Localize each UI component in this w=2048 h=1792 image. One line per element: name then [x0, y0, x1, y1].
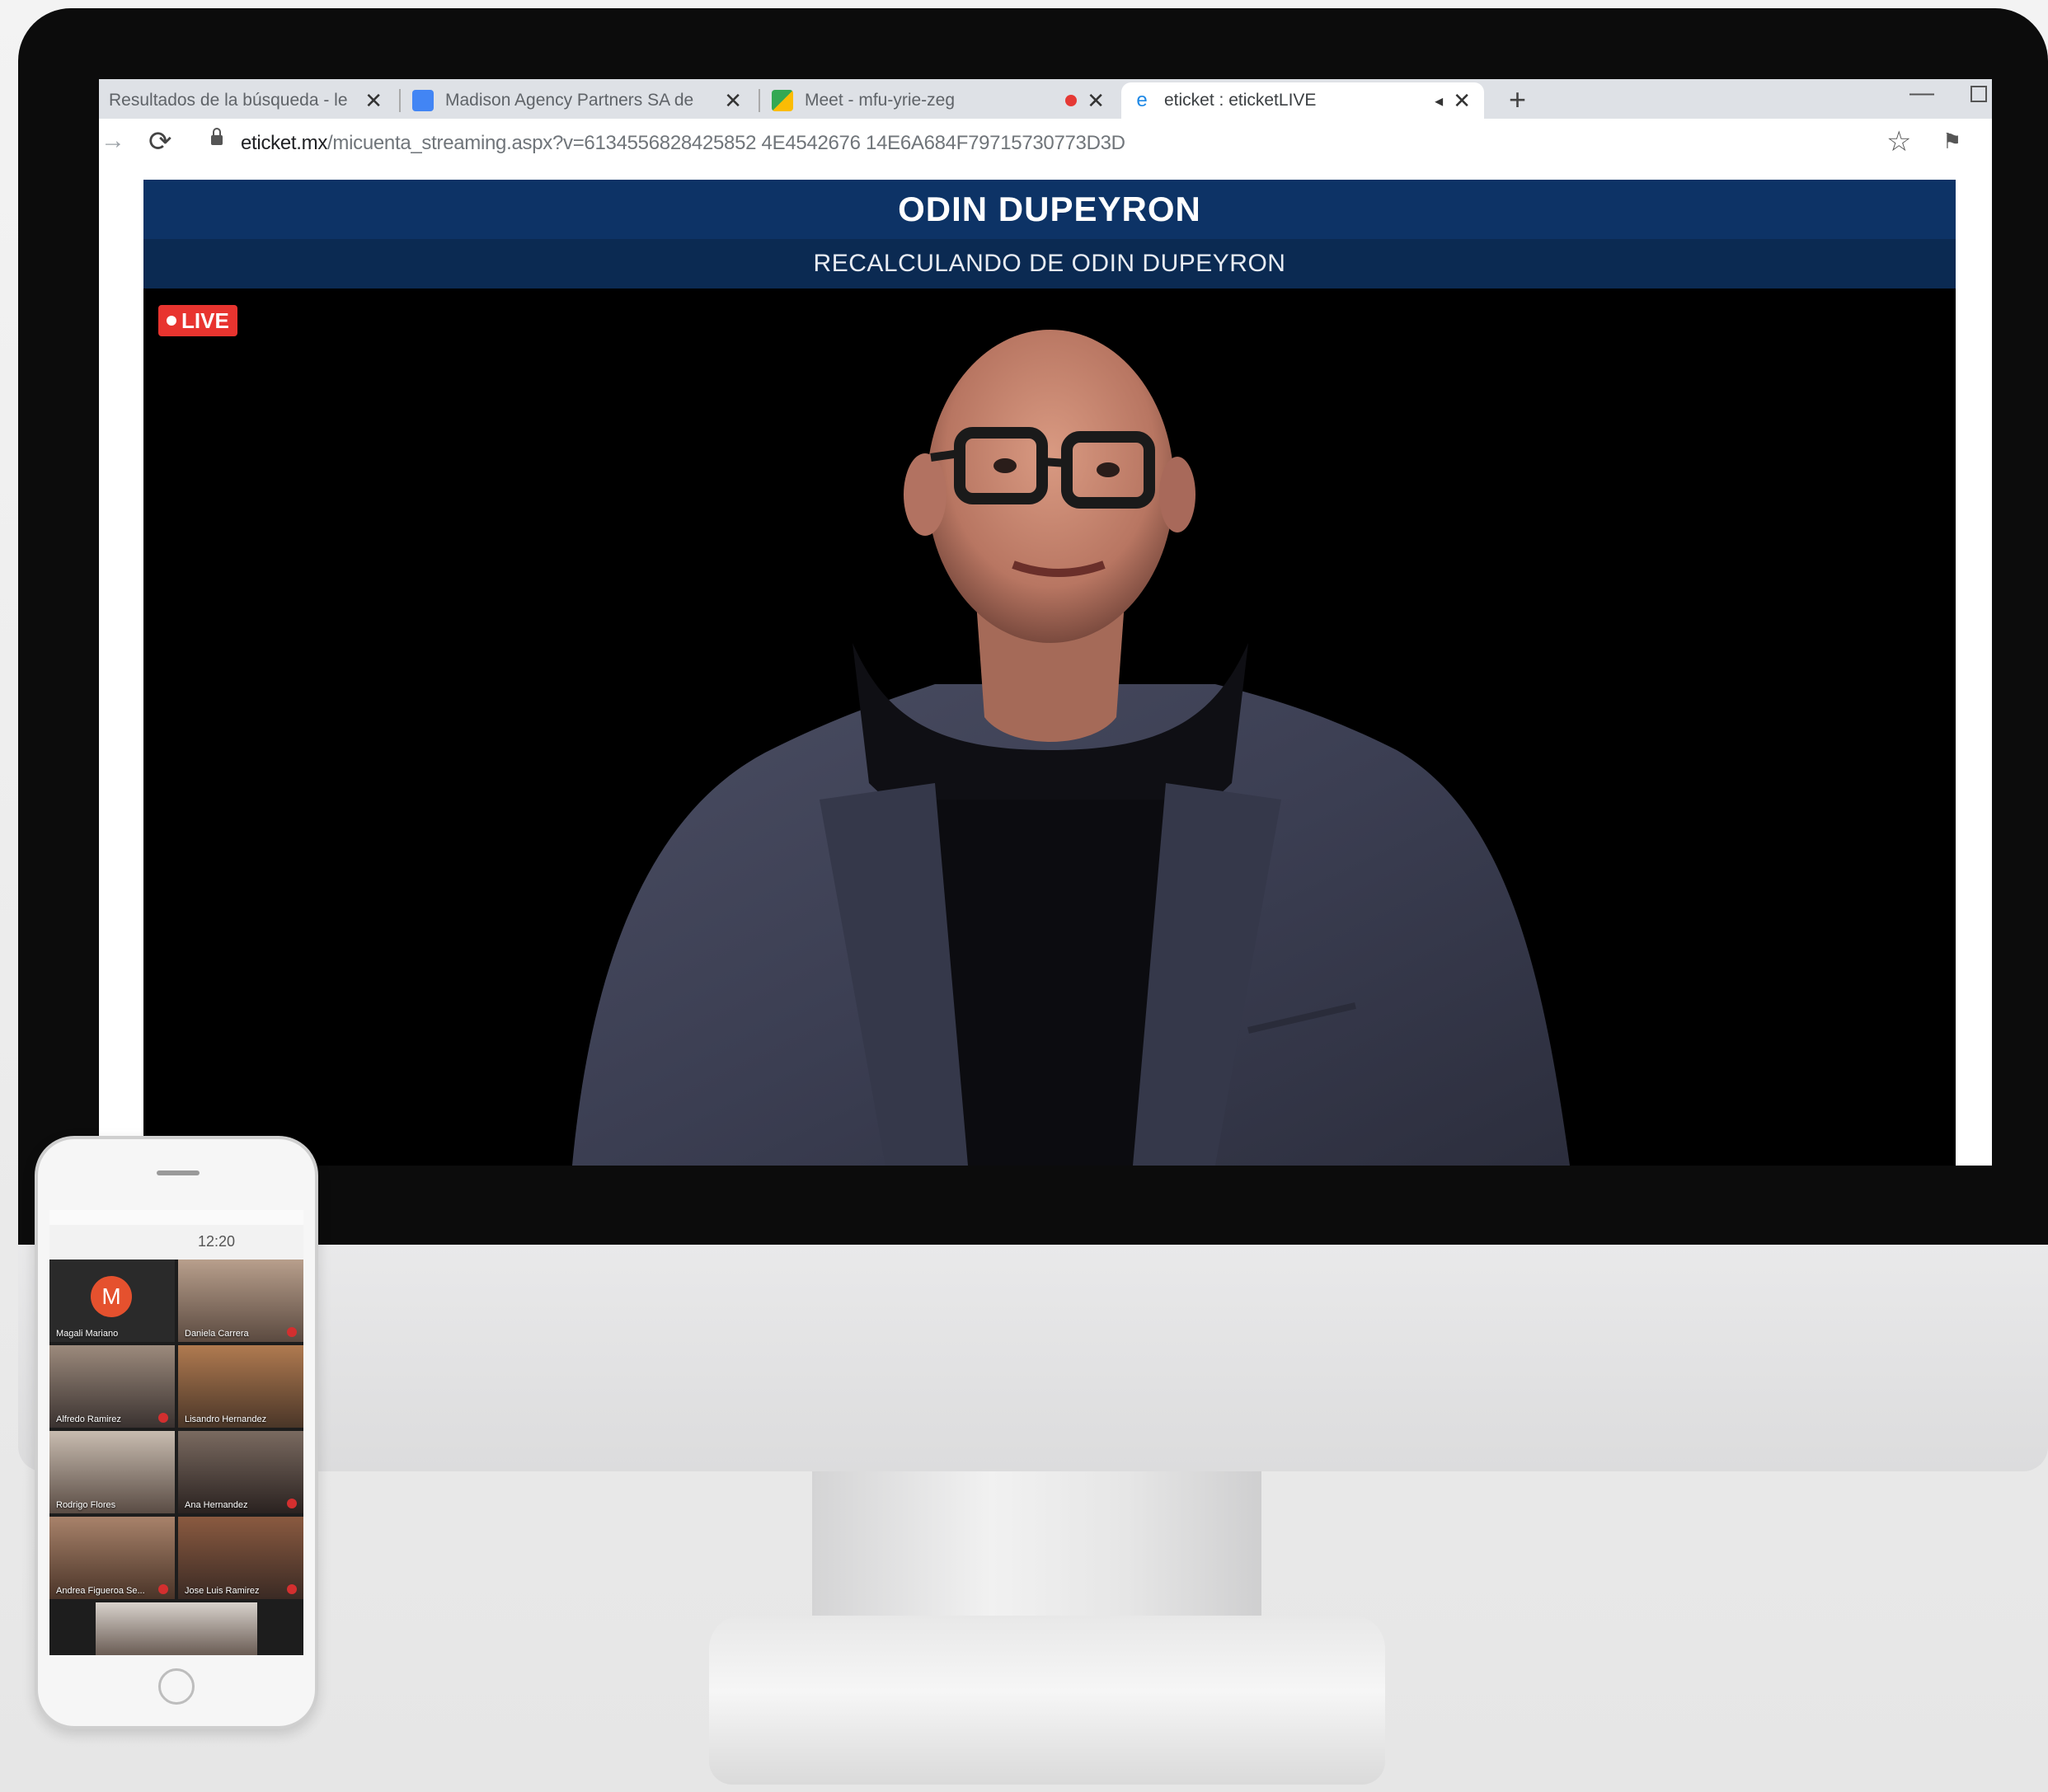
participant-tile[interactable]: Alfredo Ramirez [49, 1345, 175, 1428]
tab-separator [399, 89, 401, 112]
phone-call-toolbar: 12:20 [49, 1225, 303, 1260]
stream-subtitle-bar: RECALCULANDO DE ODIN DUPEYRON [143, 239, 1956, 289]
url-field[interactable]: eticket.mx/micuenta_streaming.aspx?v=613… [241, 132, 1125, 155]
mic-off-icon [158, 1413, 168, 1423]
tab-label: Meet - mfu-yrie-zeg [805, 91, 956, 110]
bookmark-star-icon[interactable]: ☆ [1886, 125, 1911, 158]
tab-madison-agency[interactable]: Madison Agency Partners SA de ✕ [402, 82, 755, 119]
monitor-stand-base [709, 1616, 1385, 1785]
participant-name: Ana Hernandez [185, 1500, 248, 1510]
live-badge: LIVE [158, 305, 237, 336]
recording-icon [1065, 95, 1078, 106]
stream-title-bar: ODIN DUPEYRON [143, 180, 1956, 239]
participant-tile[interactable]: Jose Luis Ramirez [178, 1517, 303, 1599]
participant-name: Andrea Figueroa Se... [56, 1586, 145, 1596]
mic-off-icon [287, 1584, 297, 1594]
google-meet-icon [772, 90, 793, 111]
mic-off-icon [287, 1327, 297, 1337]
ie-icon: e [1131, 90, 1153, 111]
tab-label: Madison Agency Partners SA de [445, 91, 694, 110]
participant-name: Magali Mariano [56, 1329, 119, 1339]
extension-icon[interactable]: ⚑ [1942, 129, 1961, 154]
participant-tile[interactable]: M Magali Mariano [49, 1260, 175, 1342]
participant-tile-self[interactable] [96, 1602, 257, 1655]
avatar: M [91, 1276, 132, 1317]
close-icon[interactable]: ✕ [364, 88, 383, 114]
mic-off-icon [158, 1584, 168, 1594]
new-tab-button[interactable]: + [1509, 82, 1526, 117]
tab-label: Resultados de la búsqueda - le [109, 91, 348, 110]
address-bar: → ⟳ eticket.mx/micuenta_streaming.aspx?v… [99, 119, 1992, 171]
live-label: LIVE [181, 307, 229, 333]
mic-off-icon [287, 1499, 297, 1508]
participant-tile[interactable]: Lisandro Hernandez [178, 1345, 303, 1428]
close-icon[interactable]: ✕ [724, 88, 742, 114]
phone-device: 12:20 M Magali Mariano Daniela Carrera A… [35, 1136, 318, 1729]
participant-tile[interactable]: Andrea Figueroa Se... [49, 1517, 175, 1599]
phone-speaker [157, 1170, 200, 1175]
tab-separator [759, 89, 760, 112]
url-path: /micuenta_streaming.aspx?v=6134556828425… [327, 132, 1125, 154]
google-docs-icon [412, 90, 434, 111]
participant-tile[interactable]: Ana Hernandez [178, 1431, 303, 1513]
participant-tile[interactable]: Rodrigo Flores [49, 1431, 175, 1513]
stream-title: ODIN DUPEYRON [898, 190, 1201, 228]
home-button[interactable] [158, 1668, 195, 1705]
participant-name: Daniela Carrera [185, 1329, 249, 1339]
participant-name: Jose Luis Ramirez [185, 1586, 260, 1596]
phone-status-bar [49, 1210, 303, 1225]
tab-meet[interactable]: Meet - mfu-yrie-zeg ✕ [762, 82, 1118, 119]
monitor-chin [18, 1245, 2048, 1471]
stream-subtitle: RECALCULANDO DE ODIN DUPEYRON [813, 250, 1286, 277]
reload-icon[interactable]: ⟳ [148, 125, 172, 158]
live-dot-icon [167, 316, 176, 326]
monitor-stand [812, 1471, 1261, 1620]
browser-tab-bar: Resultados de la búsqueda - le ✕ Madison… [99, 79, 1992, 119]
page-content: ODIN DUPEYRON RECALCULANDO DE ODIN DUPEY… [99, 170, 1992, 1166]
forward-icon[interactable]: → [101, 127, 125, 155]
tab-label: eticket : eticketLIVE [1164, 91, 1317, 110]
presenter-video [572, 330, 1570, 1166]
stream-player[interactable]: ODIN DUPEYRON RECALCULANDO DE ODIN DUPEY… [143, 180, 1956, 1166]
audio-icon[interactable]: ◂ [1435, 91, 1443, 111]
restore-button[interactable] [1970, 86, 1987, 102]
video-frame[interactable] [143, 289, 1956, 1166]
tab-eticket[interactable]: e eticket : eticketLIVE ◂ ✕ [1121, 82, 1484, 119]
minimize-button[interactable]: — [1909, 79, 1934, 107]
lock-icon[interactable] [211, 128, 223, 145]
close-icon[interactable]: ✕ [1453, 88, 1471, 114]
participant-name: Alfredo Ramirez [56, 1414, 121, 1424]
close-icon[interactable]: ✕ [1087, 88, 1105, 114]
participant-tile[interactable]: Daniela Carrera [178, 1260, 303, 1342]
call-time: 12:20 [198, 1233, 236, 1250]
participant-name: Rodrigo Flores [56, 1500, 116, 1510]
url-host: eticket.mx [241, 132, 328, 154]
phone-screen: 12:20 M Magali Mariano Daniela Carrera A… [49, 1210, 303, 1655]
tab-search-results[interactable]: Resultados de la búsqueda - le ✕ [99, 82, 396, 119]
monitor-screen: Resultados de la búsqueda - le ✕ Madison… [99, 79, 1992, 1166]
participant-name: Lisandro Hernandez [185, 1414, 267, 1424]
